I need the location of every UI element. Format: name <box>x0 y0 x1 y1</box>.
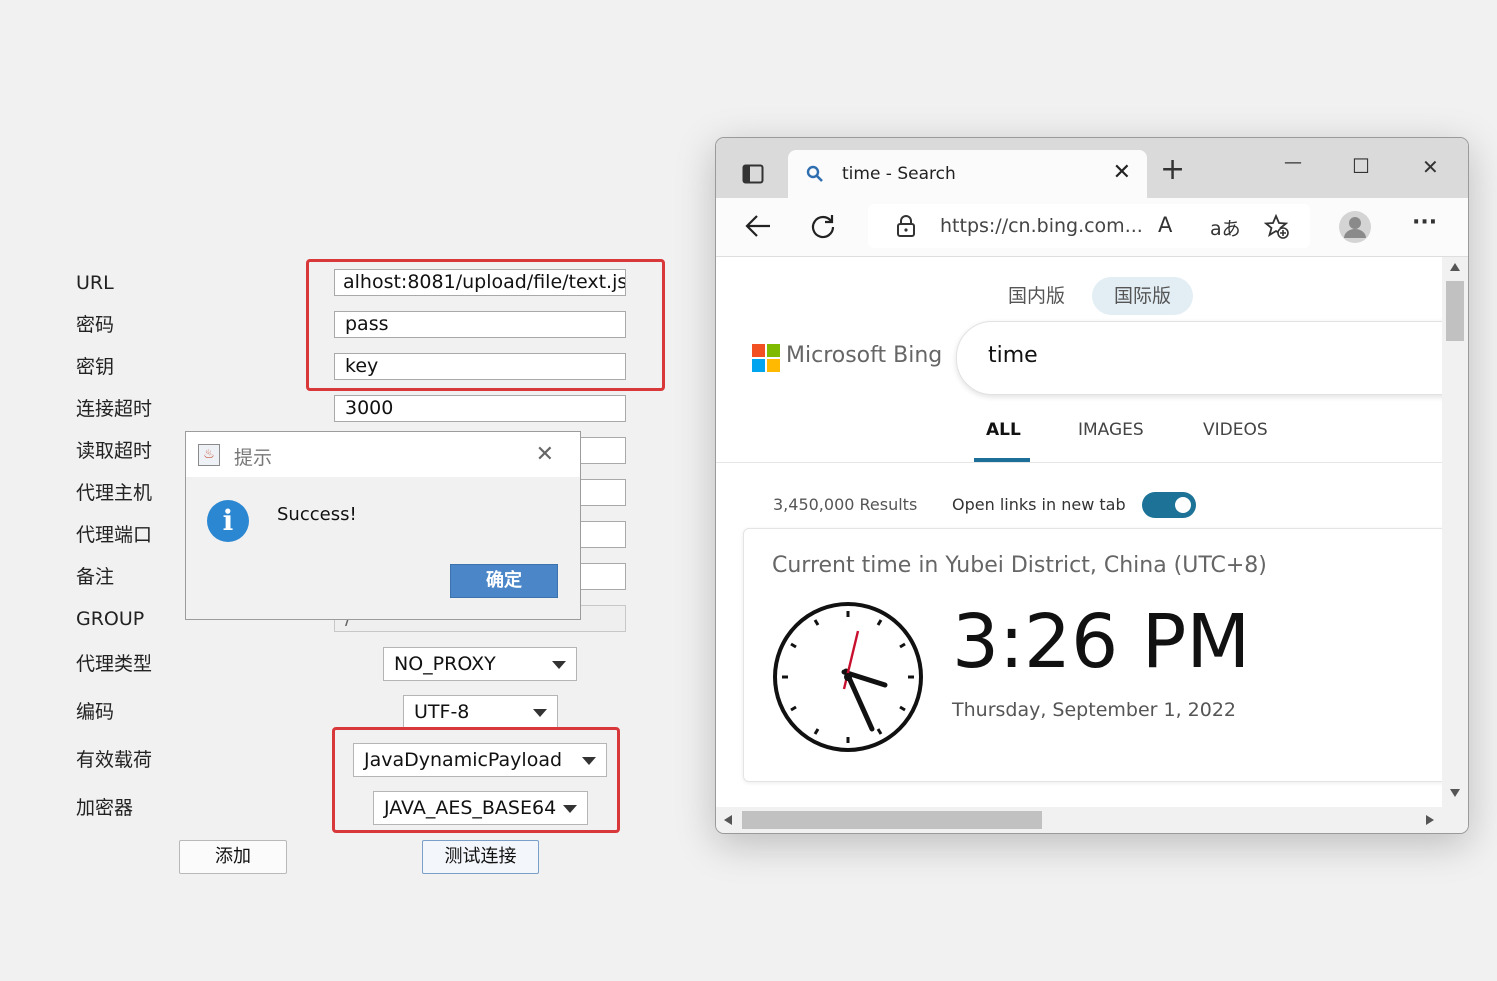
encoding-select[interactable]: UTF-8 <box>403 695 558 729</box>
scroll-down-icon[interactable] <box>1450 789 1460 797</box>
address-bar[interactable]: https://cn.bing.com... A aあ <box>868 204 1310 248</box>
test-connection-button[interactable]: 测试连接 <box>422 840 539 874</box>
read-timeout-label: 读取超时 <box>76 440 153 462</box>
info-icon: i <box>207 500 249 542</box>
page-content: 国内版 国际版 Microsoft Bing time ALL IMAGES V… <box>716 257 1442 807</box>
password-label: 密码 <box>76 314 115 336</box>
connect-timeout-label: 连接超时 <box>76 398 153 420</box>
read-aloud-icon[interactable]: A <box>1158 213 1172 237</box>
vertical-scrollbar[interactable] <box>1442 257 1468 807</box>
microsoft-logo-icon[interactable] <box>752 344 780 372</box>
url-text: https://cn.bing.com... <box>940 215 1143 237</box>
dialog-title: 提示 <box>234 447 273 469</box>
tab-actions-icon[interactable] <box>742 163 764 185</box>
encoding-value: UTF-8 <box>414 701 470 723</box>
url-label: URL <box>76 272 114 294</box>
result-count: 3,450,000 Results <box>773 495 918 514</box>
search-box[interactable]: time <box>956 321 1442 395</box>
horizontal-scrollbar[interactable] <box>716 807 1442 833</box>
window-close-icon[interactable]: ✕ <box>1422 155 1439 179</box>
scroll-up-icon[interactable] <box>1450 263 1460 271</box>
vertical-scroll-thumb[interactable] <box>1446 281 1464 341</box>
open-links-toggle[interactable] <box>1142 492 1196 518</box>
tab-videos[interactable]: VIDEOS <box>1203 420 1268 440</box>
open-links-label: Open links in new tab <box>952 495 1126 514</box>
divider <box>716 462 1442 463</box>
tab-all[interactable]: ALL <box>986 420 1021 440</box>
lock-icon[interactable] <box>896 215 916 237</box>
proxy-port-label: 代理端口 <box>76 524 153 546</box>
encoding-label: 编码 <box>76 701 115 723</box>
browser-toolbar: https://cn.bing.com... A aあ ··· <box>716 198 1468 257</box>
lang-international-link[interactable]: 国际版 <box>1092 277 1194 315</box>
ok-button[interactable]: 确定 <box>450 564 558 598</box>
close-icon[interactable]: ✕ <box>1113 160 1131 185</box>
minimize-icon[interactable]: — <box>1284 152 1302 173</box>
proxy-host-label: 代理主机 <box>76 482 153 504</box>
time-answer-card: Current time in Yubei District, China (U… <box>743 528 1442 782</box>
java-icon: ♨ <box>198 444 220 466</box>
current-time: 3:26 PM <box>952 599 1251 685</box>
proxy-type-label: 代理类型 <box>76 653 153 675</box>
key-label: 密钥 <box>76 356 115 378</box>
scroll-right-icon[interactable] <box>1426 815 1434 825</box>
tab-bing-search[interactable]: time - Search ✕ <box>788 150 1147 198</box>
search-icon <box>806 165 823 182</box>
favorite-star-icon[interactable] <box>1264 214 1290 240</box>
lang-domestic-link[interactable]: 国内版 <box>986 277 1087 315</box>
add-button[interactable]: 添加 <box>179 840 287 874</box>
tab-title: time - Search <box>842 164 956 184</box>
back-arrow-icon[interactable] <box>744 214 772 238</box>
proxy-type-value: NO_PROXY <box>394 653 496 675</box>
chevron-down-icon <box>552 661 566 669</box>
current-date: Thursday, September 1, 2022 <box>952 699 1237 721</box>
message-dialog: ♨ 提示 ✕ i Success! 确定 <box>185 431 581 620</box>
dialog-titlebar: ♨ 提示 ✕ <box>186 432 580 477</box>
chevron-down-icon <box>533 709 547 717</box>
maximize-icon[interactable]: ☐ <box>1352 154 1370 178</box>
highlight-box-credentials <box>306 259 665 391</box>
horizontal-scroll-thumb[interactable] <box>742 811 1042 829</box>
analog-clock-icon <box>773 602 923 752</box>
dialog-message: Success! <box>277 504 357 525</box>
connect-timeout-input[interactable]: 3000 <box>334 395 626 422</box>
close-icon[interactable]: ✕ <box>536 442 554 467</box>
highlight-box-payload <box>332 727 620 833</box>
tab-images[interactable]: IMAGES <box>1078 420 1144 440</box>
payload-label: 有效载荷 <box>76 749 153 771</box>
more-menu-icon[interactable]: ··· <box>1412 210 1437 235</box>
proxy-type-select[interactable]: NO_PROXY <box>383 647 577 681</box>
new-tab-icon[interactable]: + <box>1160 152 1185 187</box>
card-title: Current time in Yubei District, China (U… <box>772 553 1267 578</box>
browser-window: time - Search ✕ + — ☐ ✕ https://cn.bing.… <box>715 137 1469 834</box>
profile-avatar-icon[interactable] <box>1338 210 1372 244</box>
refresh-icon[interactable] <box>810 213 836 239</box>
bing-brand[interactable]: Microsoft Bing <box>786 343 942 368</box>
search-query: time <box>988 343 1038 368</box>
tab-strip: time - Search ✕ + — ☐ ✕ <box>716 138 1468 198</box>
scrollbar-corner <box>1442 807 1468 833</box>
remark-label: 备注 <box>76 566 115 588</box>
group-label: GROUP <box>76 608 145 630</box>
translate-icon[interactable]: aあ <box>1210 214 1241 241</box>
scroll-left-icon[interactable] <box>724 815 732 825</box>
cryption-label: 加密器 <box>76 797 134 819</box>
